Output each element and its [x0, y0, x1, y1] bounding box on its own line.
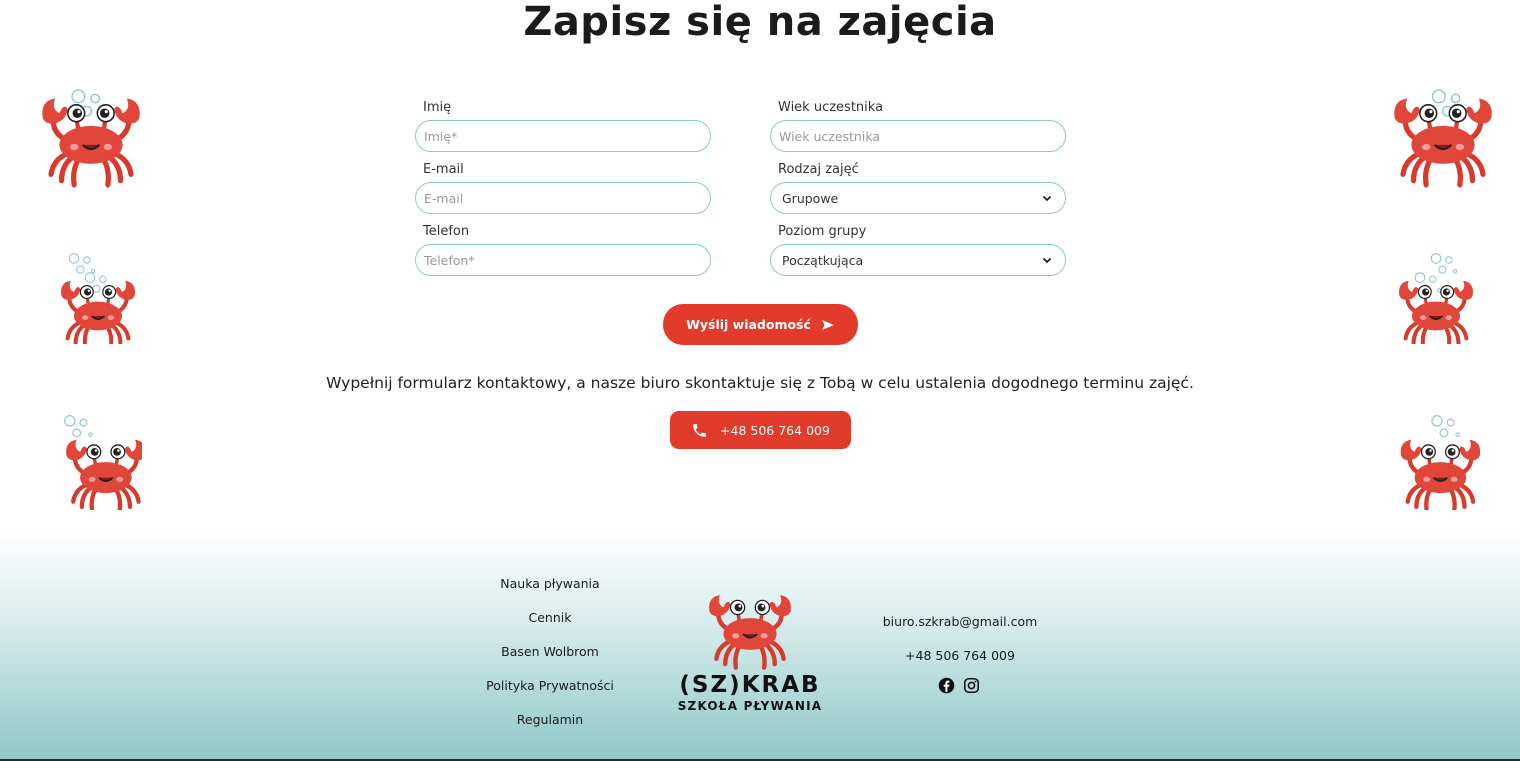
send-message-button[interactable]: Wyślij wiadomość	[663, 304, 858, 345]
footer-email[interactable]: biuro.szkrab@gmail.com	[850, 614, 1070, 629]
crab-decoration-left-2	[59, 253, 137, 344]
name-label: Imię	[423, 100, 452, 115]
form-right-column: Wiek uczestnika Rodzaj zajęć Grupowe Poz…	[770, 96, 1066, 286]
group-level-select[interactable]: Początkująca	[770, 244, 1066, 276]
send-arrow-icon	[821, 319, 834, 330]
send-message-label: Wyślij wiadomość	[686, 317, 811, 332]
instagram-icon[interactable]	[963, 677, 980, 694]
logo-crab-icon	[680, 588, 820, 672]
call-phone-button[interactable]: +48 506 764 009	[670, 411, 851, 449]
crab-decoration-right-2	[1397, 253, 1475, 344]
form-left-column: Imię E-mail Telefon	[415, 96, 711, 286]
class-type-label: Rodzaj zajęć	[778, 162, 859, 177]
crab-decoration-left-1	[36, 89, 146, 188]
crab-decoration-right-3	[1394, 415, 1480, 510]
footer-link-swimming-lessons[interactable]: Nauka pływania	[450, 576, 650, 591]
footer-link-terms[interactable]: Regulamin	[450, 712, 650, 727]
call-phone-label: +48 506 764 009	[720, 422, 830, 438]
class-type-value: Grupowe	[782, 190, 839, 206]
email-input[interactable]	[415, 182, 711, 214]
age-label: Wiek uczestnika	[778, 100, 884, 115]
group-level-value: Początkująca	[782, 252, 864, 268]
phone-input[interactable]	[415, 244, 711, 276]
phone-label: Telefon	[423, 224, 470, 239]
footer-link-privacy-policy[interactable]: Polityka Prywatności	[450, 678, 650, 693]
name-input[interactable]	[415, 120, 711, 152]
crab-decoration-right-1	[1388, 89, 1498, 188]
age-input[interactable]	[770, 120, 1066, 152]
logo-subtitle: SZKOŁA PŁYWANIA	[677, 699, 823, 713]
facebook-icon[interactable]	[938, 677, 955, 694]
logo-title: (SZ)KRAB	[679, 672, 821, 698]
footer-phone[interactable]: +48 506 764 009	[850, 648, 1070, 663]
email-label: E-mail	[423, 162, 464, 177]
group-level-label: Poziom grupy	[778, 224, 867, 239]
page-title: Zapisz się na zajęcia	[523, 0, 997, 45]
footer-link-pricing[interactable]: Cennik	[450, 610, 650, 625]
phone-icon	[693, 423, 706, 437]
chevron-down-icon	[1042, 257, 1052, 264]
crab-decoration-left-3	[56, 415, 142, 510]
class-type-select[interactable]: Grupowe	[770, 182, 1066, 214]
chevron-down-icon	[1042, 195, 1052, 202]
footer-link-pool[interactable]: Basen Wolbrom	[450, 644, 650, 659]
contact-info-text: Wypełnij formularz kontaktowy, a nasze b…	[326, 374, 1194, 392]
